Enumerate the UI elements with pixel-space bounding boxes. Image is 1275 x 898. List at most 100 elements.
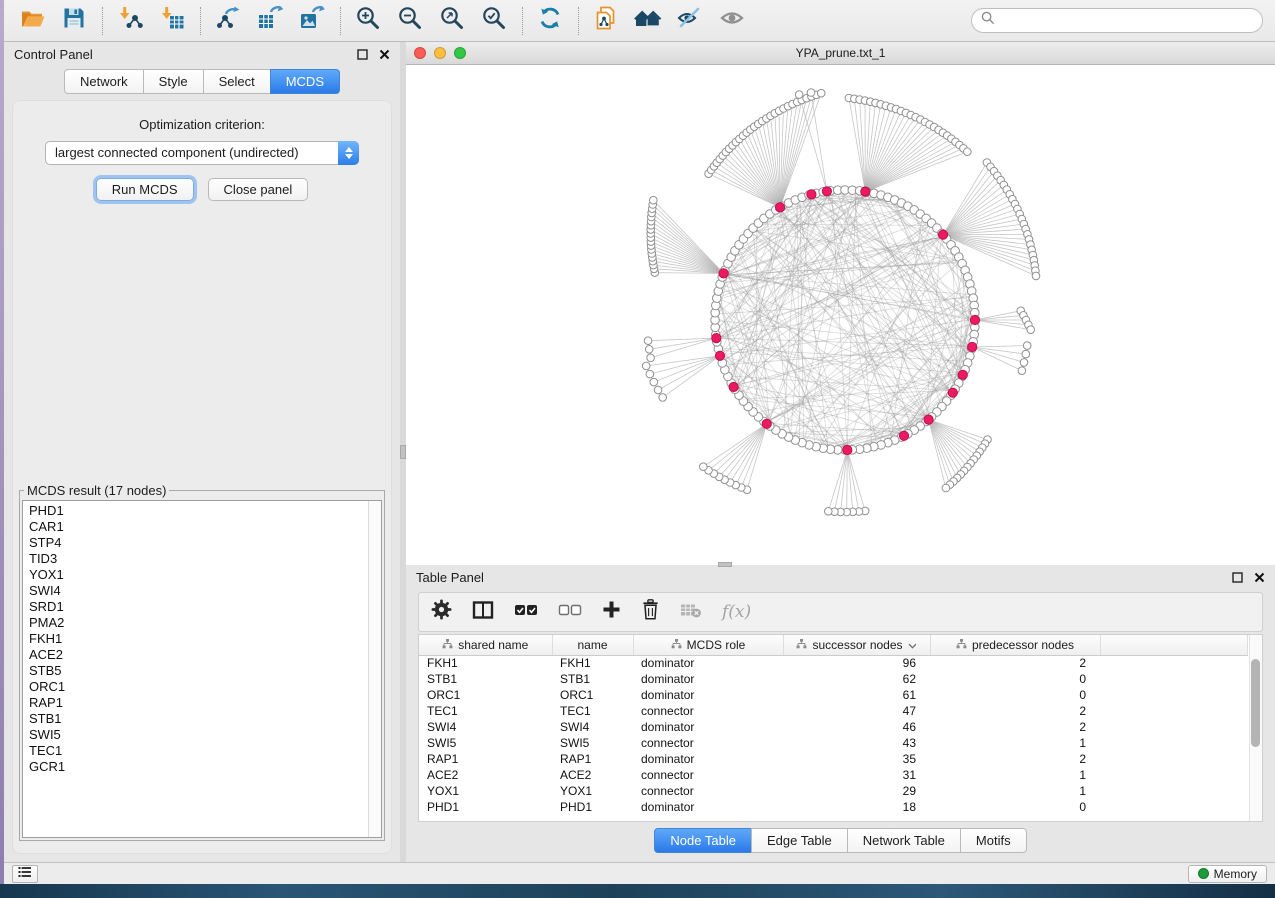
satellite-node[interactable] bbox=[942, 484, 950, 492]
satellite-node[interactable] bbox=[1018, 367, 1026, 375]
mcds-list-scrollbar[interactable] bbox=[368, 501, 381, 837]
export-table-button[interactable] bbox=[252, 4, 288, 38]
memory-button[interactable]: Memory bbox=[1188, 865, 1267, 883]
satellite-node[interactable] bbox=[654, 386, 662, 394]
tab-style[interactable]: Style bbox=[143, 69, 204, 94]
table-cell[interactable]: 1 bbox=[930, 783, 1100, 799]
dominator-node[interactable] bbox=[807, 190, 816, 199]
table-cell[interactable]: 31 bbox=[783, 767, 930, 783]
satellite-node[interactable] bbox=[650, 378, 658, 386]
satellite-node[interactable] bbox=[647, 354, 655, 362]
satellite-node[interactable] bbox=[825, 508, 833, 516]
mcds-result-item[interactable]: FKH1 bbox=[29, 631, 365, 647]
zoom-fit-button[interactable] bbox=[434, 4, 470, 38]
table-cell[interactable]: connector bbox=[633, 783, 783, 799]
table-cell[interactable]: dominator bbox=[633, 799, 783, 815]
table-cell[interactable]: SWI5 bbox=[419, 735, 552, 751]
table-cell[interactable]: PHD1 bbox=[419, 799, 552, 815]
table-cell[interactable]: 96 bbox=[783, 655, 930, 671]
table-cell[interactable]: ACE2 bbox=[419, 767, 552, 783]
mcds-result-item[interactable]: SWI5 bbox=[29, 727, 365, 743]
refresh-layout-button[interactable] bbox=[532, 4, 568, 38]
table-row[interactable]: SWI5SWI5connector431 bbox=[419, 735, 1248, 751]
mcds-result-list[interactable]: PHD1CAR1STP4TID3YOX1SWI4SRD1PMA2FKH1ACE2… bbox=[22, 500, 382, 838]
satellite-node[interactable] bbox=[795, 91, 803, 99]
criterion-select[interactable]: largest connected component (undirected) bbox=[45, 141, 359, 165]
zoom-out-button[interactable] bbox=[392, 4, 428, 38]
mcds-result-item[interactable]: TEC1 bbox=[29, 743, 365, 759]
mcds-result-item[interactable]: STB5 bbox=[29, 663, 365, 679]
mcds-result-item[interactable]: RAP1 bbox=[29, 695, 365, 711]
table-row[interactable]: ORC1ORC1dominator610 bbox=[419, 687, 1248, 703]
dominator-node[interactable] bbox=[899, 431, 908, 440]
dominator-node[interactable] bbox=[948, 388, 957, 397]
table-cell[interactable]: FKH1 bbox=[419, 655, 552, 671]
dominator-node[interactable] bbox=[715, 351, 724, 360]
first-neighbors-button[interactable] bbox=[630, 4, 666, 38]
table-cell[interactable]: 0 bbox=[930, 687, 1100, 703]
column-header-predecessor-nodes[interactable]: predecessor nodes bbox=[930, 635, 1100, 655]
column-header-name[interactable]: name bbox=[552, 635, 633, 655]
table-cell[interactable]: TEC1 bbox=[552, 703, 633, 719]
column-header-successor-nodes[interactable]: successor nodes bbox=[783, 635, 930, 655]
table-cell[interactable]: ORC1 bbox=[552, 687, 633, 703]
mcds-result-item[interactable]: ACE2 bbox=[29, 647, 365, 663]
mcds-result-item[interactable]: ORC1 bbox=[29, 679, 365, 695]
deselect-all-button[interactable] bbox=[558, 602, 582, 623]
table-cell[interactable]: 0 bbox=[930, 671, 1100, 687]
search-field[interactable] bbox=[971, 8, 1263, 33]
gear-button[interactable] bbox=[431, 599, 452, 625]
dominator-node[interactable] bbox=[968, 342, 977, 351]
tab-edge-table[interactable]: Edge Table bbox=[751, 828, 848, 853]
tab-network-table[interactable]: Network Table bbox=[847, 828, 961, 853]
dominator-node[interactable] bbox=[843, 445, 852, 454]
table-cell[interactable]: SWI4 bbox=[552, 719, 633, 735]
float-icon[interactable] bbox=[356, 48, 368, 60]
tab-motifs[interactable]: Motifs bbox=[960, 828, 1027, 853]
table-cell[interactable]: ORC1 bbox=[419, 687, 552, 703]
satellite-node[interactable] bbox=[700, 463, 708, 471]
delete-column-button[interactable] bbox=[641, 599, 660, 625]
mcds-result-item[interactable]: PMA2 bbox=[29, 615, 365, 631]
table-cell[interactable]: YOX1 bbox=[419, 783, 552, 799]
export-network-button[interactable] bbox=[210, 4, 246, 38]
table-cell[interactable]: 43 bbox=[783, 735, 930, 751]
table-cell[interactable]: 29 bbox=[783, 783, 930, 799]
table-cell[interactable]: 47 bbox=[783, 703, 930, 719]
table-cell[interactable]: YOX1 bbox=[552, 783, 633, 799]
table-cell[interactable]: dominator bbox=[633, 655, 783, 671]
mcds-result-item[interactable]: CAR1 bbox=[29, 519, 365, 535]
dominator-node[interactable] bbox=[958, 370, 967, 379]
dominator-node[interactable] bbox=[970, 315, 979, 324]
satellite-node[interactable] bbox=[1023, 342, 1031, 350]
table-cell[interactable]: 35 bbox=[783, 751, 930, 767]
import-table-button[interactable] bbox=[154, 4, 190, 38]
mcds-result-item[interactable]: GCR1 bbox=[29, 759, 365, 775]
close-panel-button[interactable]: Close panel bbox=[208, 178, 309, 201]
column-header-shared-name[interactable]: shared name bbox=[419, 635, 552, 655]
column-header-mcds-role[interactable]: MCDS role bbox=[633, 635, 783, 655]
table-cell[interactable]: SWI4 bbox=[419, 719, 552, 735]
network-canvas[interactable] bbox=[406, 65, 1275, 565]
close-icon[interactable] bbox=[1253, 571, 1265, 583]
table-cell[interactable]: FKH1 bbox=[552, 655, 633, 671]
table-cell[interactable]: 2 bbox=[930, 703, 1100, 719]
mcds-result-item[interactable]: PHD1 bbox=[29, 503, 365, 519]
show-all-button[interactable] bbox=[714, 4, 750, 38]
mcds-result-item[interactable]: STB1 bbox=[29, 711, 365, 727]
search-input[interactable] bbox=[995, 13, 1253, 29]
dominator-node[interactable] bbox=[861, 187, 870, 196]
table-row[interactable]: FKH1FKH1dominator962 bbox=[419, 655, 1248, 671]
table-cell[interactable]: RAP1 bbox=[419, 751, 552, 767]
table-cell[interactable]: dominator bbox=[633, 751, 783, 767]
dominator-node[interactable] bbox=[712, 334, 721, 343]
table-cell[interactable]: 2 bbox=[930, 719, 1100, 735]
table-cell[interactable]: RAP1 bbox=[552, 751, 633, 767]
table-cell[interactable]: STB1 bbox=[552, 671, 633, 687]
table-row[interactable]: ACE2ACE2connector311 bbox=[419, 767, 1248, 783]
mcds-result-item[interactable]: SWI4 bbox=[29, 583, 365, 599]
satellite-node[interactable] bbox=[646, 370, 654, 378]
mcds-result-item[interactable]: YOX1 bbox=[29, 567, 365, 583]
table-row[interactable]: TEC1TEC1connector472 bbox=[419, 703, 1248, 719]
table-cell[interactable]: TEC1 bbox=[419, 703, 552, 719]
